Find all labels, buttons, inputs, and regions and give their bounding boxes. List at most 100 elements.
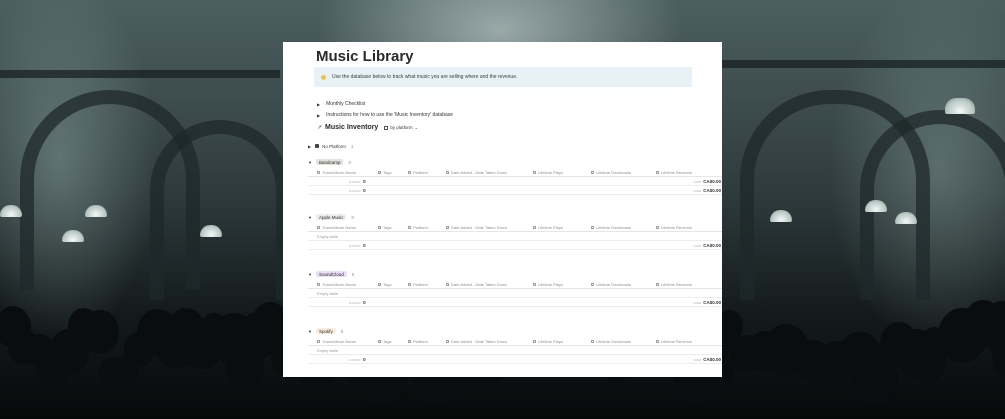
count-value: 0: [363, 179, 366, 184]
sum-summary[interactable]: SUM CA$0.00: [694, 300, 721, 305]
ceiling-beam: [720, 60, 1005, 68]
group-count: 0: [351, 271, 355, 277]
notion-page: Music Library Use the database below to …: [283, 42, 722, 377]
column-header[interactable]: Date Added - Date Taken Down: [446, 170, 507, 175]
sum-label: SUM: [693, 189, 702, 193]
group-header[interactable]: ▼ Spotify 0: [308, 327, 722, 335]
column-header[interactable]: Lifetime Downloads: [591, 282, 631, 287]
column-header[interactable]: Tags: [378, 282, 391, 287]
column-header[interactable]: Lifetime Revenue: [656, 339, 692, 344]
toggle-triangle-icon[interactable]: ▶: [317, 113, 320, 118]
count-summary[interactable]: COUNT 0: [349, 357, 366, 362]
stage-light: [945, 98, 975, 114]
column-header[interactable]: Lifetime Revenue: [656, 170, 692, 175]
column-header[interactable]: Track/Album Name: [317, 339, 356, 344]
column-header[interactable]: Lifetime Revenue: [656, 282, 692, 287]
column-header[interactable]: Platform: [408, 170, 428, 175]
sum-value: CA$0.00: [703, 357, 721, 362]
count-summary[interactable]: COUNT 0: [349, 243, 366, 248]
column-label: Lifetime Plays: [538, 225, 563, 230]
column-header[interactable]: Lifetime Downloads: [591, 339, 631, 344]
column-label: Track/Album Name: [322, 339, 357, 344]
column-header[interactable]: Date Added - Date Taken Down: [446, 339, 507, 344]
count-label: COUNT: [349, 189, 362, 193]
group-header[interactable]: ▼ SoundCloud 0: [308, 270, 722, 278]
toggle-label: Monthly Checklist: [326, 101, 366, 107]
toggle-monthly-checklist[interactable]: ▶ Monthly Checklist: [317, 101, 365, 107]
platform-icon: [408, 340, 411, 343]
column-header[interactable]: Lifetime Plays: [533, 170, 563, 175]
sum-summary[interactable]: SUM CA$0.00: [694, 188, 721, 193]
column-header[interactable]: Platform: [408, 282, 428, 287]
column-header[interactable]: Tags: [378, 339, 391, 344]
column-header[interactable]: Lifetime Plays: [533, 225, 563, 230]
calendar-icon: [446, 283, 449, 286]
column-header[interactable]: Platform: [408, 339, 428, 344]
count-value: 0: [363, 188, 366, 193]
platform-tag: SoundCloud: [315, 271, 347, 277]
toggle-triangle-icon[interactable]: ▼: [308, 215, 312, 220]
toggle-triangle-icon[interactable]: ▼: [308, 329, 312, 334]
group-header[interactable]: ▶ No Platform 1: [308, 142, 722, 150]
summary-row: COUNT 0 SUM CA$0.00: [308, 355, 722, 364]
stage-light: [0, 205, 22, 217]
column-label: Lifetime Downloads: [596, 225, 631, 230]
column-header[interactable]: Track/Album Name: [317, 225, 356, 230]
column-header[interactable]: Lifetime Downloads: [591, 170, 631, 175]
group-header[interactable]: ▼ Bandcamp 0: [308, 158, 722, 166]
column-header[interactable]: Track/Album Name: [317, 170, 356, 175]
tags-icon: [378, 226, 381, 229]
calendar-icon: [446, 340, 449, 343]
number-icon: [656, 226, 659, 229]
column-label: Tags: [383, 339, 392, 344]
column-header[interactable]: Lifetime Plays: [533, 282, 563, 287]
column-header[interactable]: Lifetime Downloads: [591, 225, 631, 230]
toggle-triangle-icon[interactable]: ▼: [308, 272, 312, 277]
column-label: Lifetime Plays: [538, 282, 563, 287]
column-header[interactable]: Track/Album Name: [317, 282, 356, 287]
toggle-instructions[interactable]: ▶ Instructions for how to use the 'Music…: [317, 112, 453, 118]
sum-label: SUM: [693, 358, 702, 362]
column-label: Lifetime Revenue: [661, 339, 693, 344]
column-header[interactable]: Lifetime Plays: [533, 339, 563, 344]
column-header[interactable]: Platform: [408, 225, 428, 230]
column-label: Track/Album Name: [322, 225, 357, 230]
count-summary[interactable]: COUNT 0: [349, 188, 366, 193]
column-header-row: Track/Album Name Tags Platform Date Added -…: [308, 280, 722, 289]
number-icon: [656, 283, 659, 286]
platform-tag: Apple Music: [315, 214, 347, 220]
column-label: Date Added - Date Taken Down: [451, 170, 507, 175]
column-header[interactable]: Tags: [378, 225, 391, 230]
count-summary[interactable]: COUNT 0: [349, 300, 366, 305]
group-count: 0: [348, 159, 351, 165]
column-label: Lifetime Revenue: [661, 282, 693, 287]
group-header[interactable]: ▼ Apple Music 0: [308, 213, 722, 221]
group-soundcloud: ▼ SoundCloud 0 Track/Album Name Tags Platform…: [308, 270, 722, 307]
column-header[interactable]: Tags: [378, 170, 391, 175]
calendar-icon: [446, 226, 449, 229]
view-selector[interactable]: by platform ⌄: [384, 125, 418, 130]
column-header[interactable]: Date Added - Date Taken Down: [446, 282, 507, 287]
sum-summary[interactable]: SUM CA$0.00: [694, 357, 721, 362]
board-view-icon: [384, 125, 389, 130]
toggle-triangle-icon[interactable]: ▶: [308, 144, 311, 149]
count-label: COUNT: [349, 244, 362, 248]
column-header[interactable]: Date Added - Date Taken Down: [446, 225, 507, 230]
count-summary[interactable]: COUNT 0: [349, 179, 366, 184]
platform-icon: [408, 283, 411, 286]
sum-summary[interactable]: SUM CA$0.00: [694, 179, 721, 184]
column-header[interactable]: Lifetime Revenue: [656, 225, 692, 230]
toggle-triangle-icon[interactable]: ▼: [308, 160, 312, 165]
number-icon: [533, 340, 536, 343]
platform-tag: Bandcamp: [315, 159, 344, 165]
stage-light: [770, 210, 792, 222]
platform-tag: Spotify: [315, 328, 336, 334]
count-value: 0: [363, 357, 366, 362]
column-label: Lifetime Plays: [538, 339, 563, 344]
view-label: by platform: [390, 125, 413, 130]
database-title[interactable]: Music Inventory: [325, 124, 378, 131]
sum-summary[interactable]: SUM CA$0.00: [694, 243, 721, 248]
stage-light: [865, 200, 887, 212]
toggle-triangle-icon[interactable]: ▶: [317, 102, 320, 107]
text-icon: [317, 226, 320, 229]
